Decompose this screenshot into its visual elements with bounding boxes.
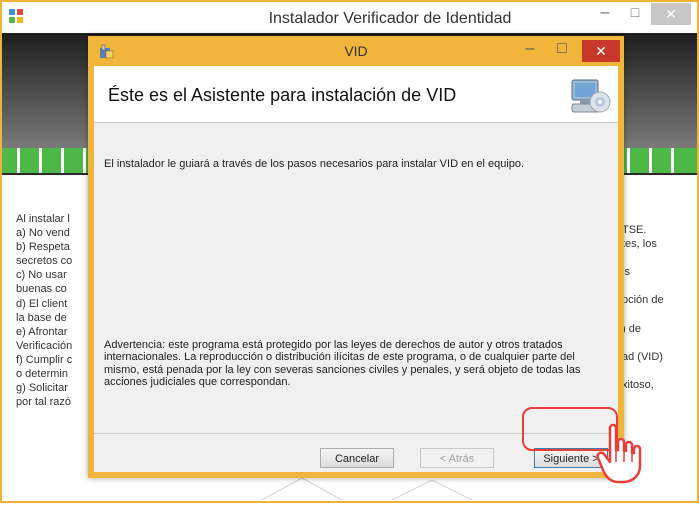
cancel-button[interactable]: Cancelar: [320, 448, 394, 468]
installer-minimize-button[interactable]: –: [593, 4, 617, 24]
installer-terms-text-left: Al instalar l a) No vend b) Respeta secr…: [16, 213, 73, 409]
dialog-close-button[interactable]: ✕: [582, 40, 620, 62]
hand-pointer-icon: [596, 423, 642, 484]
installer-maximize-button[interactable]: □: [623, 4, 647, 24]
installer-terms-text-right: TSE. tes, los is pción de ) de ad (VID) …: [622, 224, 664, 392]
wizard-heading: Éste es el Asistente para instalación de…: [108, 85, 457, 105]
dialog-maximize-button[interactable]: □: [550, 40, 574, 60]
copyright-warning-text: Advertencia: este programa está protegid…: [104, 339, 581, 389]
dialog-title: VID: [344, 43, 368, 59]
back-button[interactable]: < Atrás: [420, 448, 494, 468]
installer-app-icon: [9, 9, 23, 23]
installer-close-button[interactable]: ✕: [651, 3, 691, 25]
installer-title: Instalador Verificador de Identidad: [268, 10, 512, 27]
wizard-intro-text: El instalador le guiará a través de los …: [104, 158, 525, 170]
dialog-minimize-button[interactable]: –: [518, 40, 542, 60]
computer-cd-icon: [571, 79, 611, 113]
dialog-header: Éste es el Asistente para instalación de…: [94, 66, 618, 123]
